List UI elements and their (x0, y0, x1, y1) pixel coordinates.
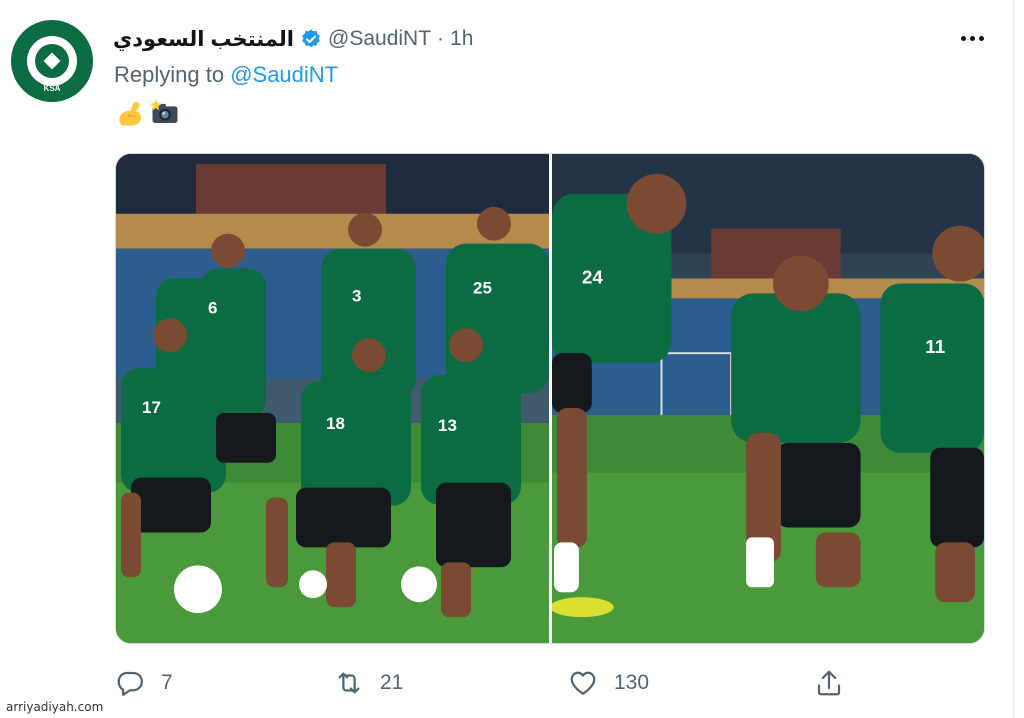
verified-badge-icon (302, 29, 320, 48)
tweet-actions: 7 21 130 (0, 663, 1024, 703)
camera-with-flash-icon (150, 98, 178, 123)
avatar-label: KSA (43, 84, 61, 93)
replying-to: Replying to @SaudiNT (114, 62, 338, 88)
jersey-number: 3 (352, 286, 361, 305)
reply-button[interactable]: 7 (115, 663, 173, 703)
flexed-biceps-icon (119, 102, 142, 126)
separator: · (437, 27, 445, 50)
jersey-number: 11 (925, 337, 945, 358)
share-icon (817, 670, 841, 696)
like-count: 130 (614, 671, 650, 694)
team-photo-right: 24 11 (552, 154, 984, 643)
tweet-text (116, 98, 180, 128)
display-name[interactable]: المنتخب السعودي (113, 27, 294, 52)
retweet-icon (338, 672, 360, 694)
replying-prefix: Replying to (114, 62, 231, 87)
reply-count: 7 (161, 671, 173, 694)
watermark: arriyadiyah.com (6, 700, 104, 714)
media-grid[interactable]: 6 3 25 17 18 13 24 11 (115, 153, 985, 644)
jersey-number: 13 (438, 416, 457, 435)
jersey-number: 25 (473, 278, 492, 297)
replying-to-link[interactable]: @SaudiNT (230, 62, 338, 87)
jersey-number: 24 (582, 267, 604, 288)
tweet-header: المنتخب السعودي @SaudiNT · 1h (113, 24, 473, 54)
jersey-number: 17 (142, 398, 161, 417)
avatar-emblem (27, 36, 77, 86)
ball-emblem-icon (35, 44, 69, 78)
like-button[interactable]: 130 (568, 663, 649, 703)
team-photo-left: 6 3 25 17 18 13 (116, 154, 549, 643)
timestamp[interactable]: 1h (450, 27, 473, 51)
photo-right[interactable]: 24 11 (552, 154, 984, 643)
reply-icon (117, 671, 143, 696)
timeline-border (1013, 0, 1014, 718)
jersey-number: 18 (326, 414, 345, 433)
avatar[interactable]: KSA (11, 20, 93, 102)
share-button[interactable] (814, 663, 844, 703)
photo-left[interactable]: 6 3 25 17 18 13 (116, 154, 549, 643)
jersey-number: 6 (208, 298, 217, 317)
heart-icon (570, 671, 596, 695)
user-handle[interactable]: @SaudiNT (328, 27, 431, 51)
retweet-button[interactable]: 21 (334, 663, 403, 703)
tweet: KSA المنتخب السعودي @SaudiNT · 1h Replyi… (0, 0, 1024, 718)
retweet-count: 21 (380, 671, 404, 694)
more-options-icon[interactable] (957, 28, 987, 48)
